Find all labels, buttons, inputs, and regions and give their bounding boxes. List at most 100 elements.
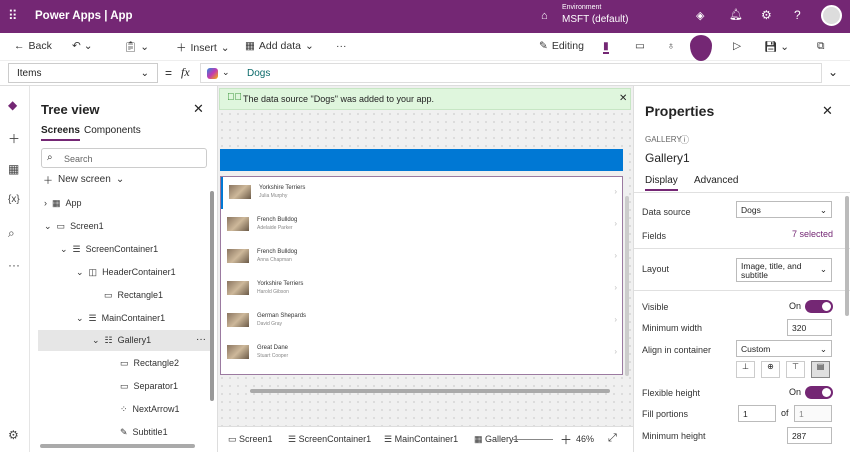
property-dropdown[interactable]: Items ⌄: [8, 63, 158, 83]
zoom-in-icon[interactable]: ＋: [560, 431, 572, 448]
align-dropdown[interactable]: Custom ⌄: [736, 340, 832, 357]
close-icon[interactable]: ✕: [822, 103, 833, 119]
breadcrumb-gallery1[interactable]: ▦ Gallery1: [474, 434, 519, 445]
gallery-item[interactable]: German Shepards David Gray ›: [221, 305, 621, 337]
gallery[interactable]: Yorkshire Terriers Julia Murphy › French…: [220, 176, 623, 375]
data-source-dropdown[interactable]: Dogs ⌄: [736, 201, 832, 218]
formula-value[interactable]: Dogs: [247, 68, 270, 79]
tree-scrollbar[interactable]: [210, 191, 214, 401]
tree-node-gallery1[interactable]: ⌄ ☷ Gallery1: [92, 329, 151, 351]
notes-icon[interactable]: ▮: [603, 40, 609, 54]
environment-picker[interactable]: MSFT (default): [562, 14, 629, 25]
tree-node-maincontainer1[interactable]: ⌄ ☰ MainContainer1: [76, 307, 165, 329]
control-name[interactable]: Gallery1: [645, 151, 690, 165]
flex-height-toggle[interactable]: [805, 386, 833, 399]
avatar[interactable]: [821, 5, 842, 26]
divider: [634, 248, 850, 249]
close-icon[interactable]: ✕: [619, 93, 627, 104]
comment-icon[interactable]: ▭: [635, 40, 645, 52]
settings-icon[interactable]: ⚙: [8, 428, 19, 442]
min-height-input[interactable]: 287: [787, 427, 832, 444]
tree-node-separator1[interactable]: ▭ Separator1: [120, 375, 178, 397]
insert-button[interactable]: ＋ Insert ⌄: [176, 40, 230, 55]
tree-node-subtitle1[interactable]: ✎ Subtitle1: [120, 421, 168, 443]
tree-node-nextarrow1[interactable]: ⁘ NextArrow1: [120, 398, 180, 420]
tree-node-app[interactable]: › ▦ App: [44, 192, 82, 214]
bell-icon[interactable]: 🔔︎: [729, 8, 743, 21]
chevron-right-icon[interactable]: ›: [614, 219, 617, 228]
add-data-button[interactable]: ▦ Add data ⌄: [245, 40, 314, 52]
gallery-icon: ☷: [104, 334, 113, 345]
canvas-horizontal-scrollbar[interactable]: [250, 389, 610, 393]
min-width-input[interactable]: 320: [787, 319, 832, 336]
environment-label: Environment: [562, 4, 602, 11]
chevron-right-icon[interactable]: ›: [614, 347, 617, 356]
editing-button[interactable]: ✎ Editing: [539, 40, 584, 52]
insert-icon[interactable]: ＋: [8, 130, 20, 147]
stethoscope-icon[interactable]: ♁: [667, 40, 675, 52]
tab-advanced[interactable]: Advanced: [694, 175, 738, 186]
close-icon[interactable]: ✕: [193, 101, 204, 117]
tree-horizontal-scrollbar[interactable]: [40, 444, 195, 448]
align-start-icon[interactable]: ⊥: [736, 361, 755, 378]
tree-node-rectangle1[interactable]: ▭ Rectangle1: [104, 284, 163, 306]
help-icon[interactable]: ?: [794, 8, 801, 22]
tree-node-screen1[interactable]: ⌄ ▭ Screen1: [44, 215, 104, 237]
gallery-item[interactable]: French Bulldog Adelaide Parker ›: [221, 209, 621, 241]
layers-icon[interactable]: ◆: [8, 98, 17, 112]
node-more-icon[interactable]: ···: [196, 334, 206, 345]
tree-node-rectangle2[interactable]: ▭ Rectangle2: [120, 352, 179, 374]
gear-icon[interactable]: ⚙: [761, 8, 772, 22]
chevron-right-icon[interactable]: ›: [614, 315, 617, 324]
tab-components[interactable]: Components: [84, 125, 141, 136]
gallery-item-title: French Bulldog: [257, 217, 298, 223]
copilot-icon[interactable]: [207, 68, 218, 79]
visible-toggle[interactable]: [805, 300, 833, 313]
layout-dropdown[interactable]: Image, title, and subtitle ⌄: [736, 258, 832, 282]
app-launcher-icon[interactable]: ⠿: [8, 8, 18, 24]
gallery-item[interactable]: French Bulldog Anna Chapman ›: [221, 241, 621, 273]
paste-icon[interactable]: 📋︎ ⌄: [124, 40, 149, 53]
undo-icon[interactable]: ↶ ⌄: [72, 40, 93, 52]
tab-screens[interactable]: Screens: [41, 125, 80, 141]
fit-screen-icon[interactable]: ⤢: [608, 432, 617, 445]
header-rectangle[interactable]: [220, 149, 623, 171]
more-button[interactable]: ···: [336, 40, 347, 52]
tree-node-screencontainer1[interactable]: ⌄ ☰ ScreenContainer1: [60, 238, 158, 260]
copilot-icon[interactable]: ◈: [696, 9, 704, 22]
search-icon[interactable]: ⌕: [8, 226, 15, 241]
zoom-slider[interactable]: [513, 439, 553, 440]
more-icon[interactable]: ···: [8, 258, 20, 272]
breadcrumb-screen1[interactable]: ▭ Screen1: [228, 434, 273, 445]
gallery-item[interactable]: Great Dane Stuart Cooper ›: [221, 337, 621, 369]
publish-icon[interactable]: ⧉: [817, 40, 825, 53]
canvas-vertical-scrollbar[interactable]: [625, 196, 629, 376]
variables-icon[interactable]: {x}: [8, 194, 20, 205]
chevron-right-icon[interactable]: ›: [614, 251, 617, 260]
play-icon[interactable]: ▷: [733, 40, 741, 52]
gallery-item[interactable]: Yorkshire Terriers Harold Gibson ›: [221, 273, 621, 305]
formula-input[interactable]: ⌄ Dogs: [200, 63, 822, 83]
back-button[interactable]: ← Back: [14, 40, 52, 52]
align-stretch-icon[interactable]: ▤: [811, 361, 830, 378]
fill-portions-input[interactable]: 1: [738, 405, 776, 422]
align-end-icon[interactable]: ⊤: [786, 361, 805, 378]
chevron-down-icon[interactable]: ⌄: [222, 67, 230, 78]
expand-formula-icon[interactable]: ⌄: [828, 65, 838, 79]
align-center-icon[interactable]: ⊕: [761, 361, 780, 378]
breadcrumb-maincontainer1[interactable]: ☰ MainContainer1: [384, 434, 458, 445]
tab-display[interactable]: Display: [645, 175, 678, 191]
chevron-right-icon[interactable]: ›: [614, 187, 617, 196]
search-input[interactable]: ⌕ Search: [41, 148, 207, 168]
save-icon[interactable]: 💾︎ ⌄: [764, 40, 789, 53]
tree-node-headercontainer1[interactable]: ⌄ ◫ HeaderContainer1: [76, 261, 176, 283]
breadcrumb-screencontainer1[interactable]: ☰ ScreenContainer1: [288, 434, 371, 445]
chevron-right-icon[interactable]: ›: [614, 283, 617, 292]
data-icon[interactable]: ▦: [8, 162, 19, 176]
gallery-item[interactable]: Yorkshire Terriers Julia Murphy ›: [221, 177, 621, 209]
fields-link[interactable]: 7 selected: [792, 229, 833, 239]
new-screen-button[interactable]: ＋ New screen ⌄: [43, 168, 124, 190]
properties-scrollbar[interactable]: [845, 196, 849, 316]
app-icon: ▦: [52, 197, 61, 208]
help-icon[interactable]: ⓘ: [680, 133, 689, 146]
